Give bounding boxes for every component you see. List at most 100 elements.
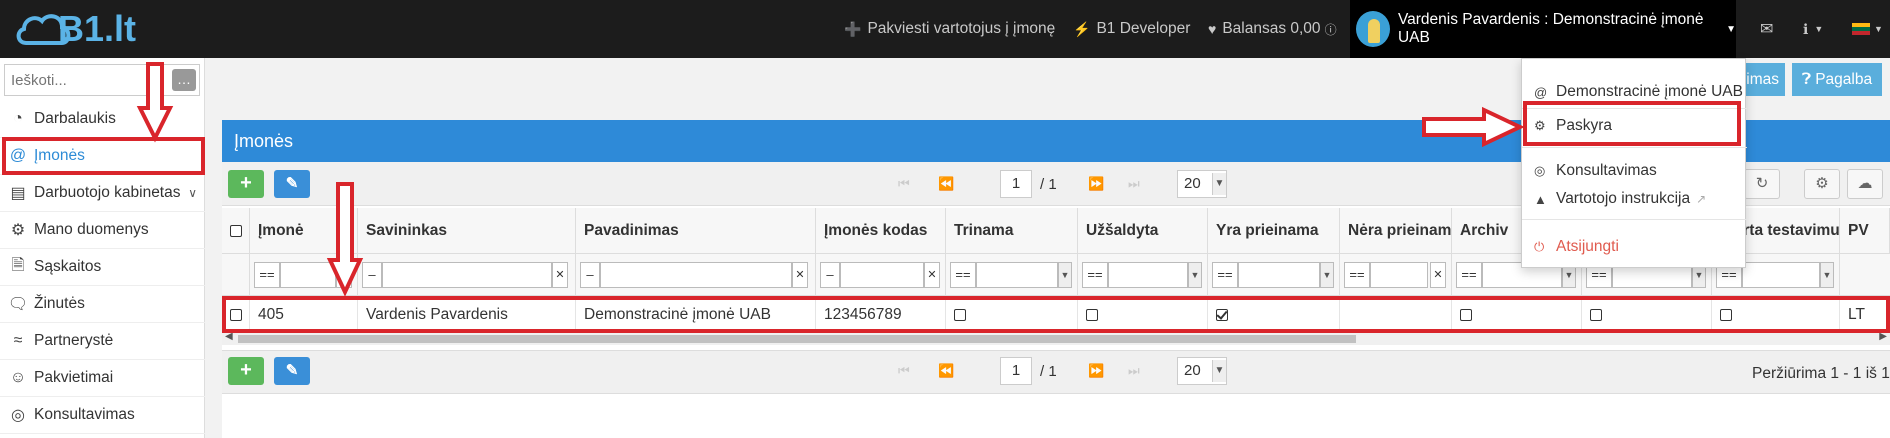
edit-button[interactable]: ✎ xyxy=(274,170,310,198)
sidebar-item-konsultavimas[interactable]: ◎ Konsultavimas xyxy=(0,397,205,434)
first-page-icon[interactable]: ⏮ xyxy=(898,363,910,379)
prev-page-icon[interactable]: ⏪ xyxy=(938,176,954,192)
filter-operator[interactable]: == xyxy=(1456,262,1482,288)
sidebar-item-darbuotojo-kabinetas[interactable]: ▤ Darbuotojo kabinetas ∨ xyxy=(0,175,205,212)
divider xyxy=(1522,147,1747,148)
balance-label: Balansas 0,00 xyxy=(1222,20,1321,37)
sidebar-item-pakvietimai[interactable]: ☺ Pakvietimai xyxy=(0,360,205,397)
menu-item-instrukcija[interactable]: ▲ Vartotojo instrukcija ↗ xyxy=(1522,185,1747,213)
language-menu-button[interactable]: ▼ xyxy=(1852,0,1883,58)
sidebar-item-label: Žinutės xyxy=(34,295,85,312)
clear-filter-icon[interactable]: ✕ xyxy=(552,262,568,288)
invite-users-link[interactable]: ➕ Pakviesti vartotojus į įmonę xyxy=(844,0,1055,58)
filter-cell: == ✕ xyxy=(1340,254,1452,296)
developer-link[interactable]: ⚡ B1 Developer xyxy=(1073,0,1190,58)
edit-button[interactable]: ✎ xyxy=(274,357,310,385)
add-button[interactable]: + xyxy=(228,357,264,385)
filter-operator[interactable]: == xyxy=(950,262,976,288)
prev-page-icon[interactable]: ⏪ xyxy=(938,363,954,379)
column-header[interactable]: Savininkas xyxy=(358,208,576,254)
info-circle-icon: ⓘ xyxy=(1324,22,1337,37)
filter-select[interactable] xyxy=(1238,262,1320,288)
sidebar-item-saskaitos[interactable]: 🗎 Sąskaitos xyxy=(0,249,205,286)
settings-button[interactable]: ⚙ xyxy=(1804,169,1840,199)
filter-operator[interactable]: – xyxy=(362,262,382,288)
sidebar-item-label: Pakvietimai xyxy=(34,369,114,386)
user-plus-icon: ➕ xyxy=(844,20,862,37)
sidebar-item-partneryste[interactable]: ≈ Partnerystė xyxy=(0,323,205,360)
heartbeat-icon: ♥ xyxy=(1208,21,1217,37)
horizontal-scrollbar[interactable]: ◀ ▶ xyxy=(222,331,1890,345)
column-header[interactable]: Užšaldyta xyxy=(1078,208,1208,254)
sidebar-item-label: Sąskaitos xyxy=(34,258,102,275)
column-header[interactable]: Trinama xyxy=(946,208,1078,254)
more-icon[interactable]: … xyxy=(172,69,196,91)
sidebar-item-zinutes[interactable]: 🗨 Žinutės xyxy=(0,286,205,323)
menu-item-label: Demonstracinė įmonė UAB xyxy=(1556,83,1743,100)
refresh-button[interactable]: ↻ xyxy=(1744,169,1780,199)
filter-input[interactable] xyxy=(600,262,792,288)
clear-filter-icon[interactable]: ✕ xyxy=(1430,262,1446,288)
pencil-icon: ✎ xyxy=(285,362,299,379)
download-button[interactable]: ☁ xyxy=(1847,169,1883,199)
next-page-icon[interactable]: ⏩ xyxy=(1088,363,1104,379)
refresh-icon: ↻ xyxy=(1755,175,1769,192)
logo[interactable]: B1.lt xyxy=(14,6,136,52)
sidebar: … ◔ Darbalaukis @ Įmonės ▤ Darbuotojo ka… xyxy=(0,58,205,438)
search-input[interactable] xyxy=(5,65,155,95)
chevron-down-icon[interactable]: ▼ xyxy=(1820,262,1834,288)
page-size-select[interactable]: 20 ▼ xyxy=(1177,357,1227,385)
scrollbar-thumb[interactable] xyxy=(238,335,1356,343)
filter-input[interactable] xyxy=(840,262,924,288)
info-menu-button[interactable]: ℹ ▼ xyxy=(1803,0,1823,58)
sidebar-item-label: Darbuotojo kabinetas xyxy=(34,184,181,201)
filter-operator[interactable]: – xyxy=(820,262,840,288)
help-button[interactable]: ❓︎ Pagalba xyxy=(1792,63,1882,96)
filter-select[interactable] xyxy=(976,262,1058,288)
column-header[interactable]: Įmonės kodas xyxy=(816,208,946,254)
filter-select[interactable] xyxy=(1108,262,1188,288)
filter-input[interactable] xyxy=(1370,262,1428,288)
filter-operator[interactable]: – xyxy=(580,262,600,288)
caret-down-icon: ▼ xyxy=(1726,23,1736,35)
page-number-input[interactable]: 1 xyxy=(1000,170,1032,198)
invite-users-label: Pakviesti vartotojus į įmonę xyxy=(867,20,1056,37)
menu-item-konsultavimas[interactable]: ◎ Konsultavimas xyxy=(1522,157,1747,185)
sidebar-item-darbalaukis[interactable]: ◔ Darbalaukis xyxy=(0,101,205,138)
filter-operator[interactable]: == xyxy=(254,262,280,288)
first-page-icon[interactable]: ⏮ xyxy=(898,176,910,192)
balance-link[interactable]: ♥ Balansas 0,00 ⓘ xyxy=(1208,0,1337,58)
messages-button[interactable]: ✉ xyxy=(1760,0,1773,58)
page-size-value: 20 xyxy=(1184,175,1201,192)
filter-input[interactable] xyxy=(382,262,552,288)
last-page-icon[interactable]: ⏭ xyxy=(1128,363,1140,379)
next-page-icon[interactable]: ⏩ xyxy=(1088,176,1104,192)
page-number-input[interactable]: 1 xyxy=(1000,357,1032,385)
column-header[interactable]: Nėra prieinama xyxy=(1340,208,1452,254)
column-header[interactable]: Pavadinimas xyxy=(576,208,816,254)
last-page-icon[interactable]: ⏭ xyxy=(1128,176,1140,192)
page-size-select[interactable]: 20 ▼ xyxy=(1177,170,1227,198)
menu-item-label: Vartotojo instrukcija xyxy=(1556,190,1691,207)
filter-operator[interactable]: == xyxy=(1212,262,1238,288)
column-header[interactable]: PV xyxy=(1840,208,1890,254)
chevron-down-icon[interactable]: ▼ xyxy=(1320,262,1334,288)
clear-filter-icon[interactable]: ✕ xyxy=(792,262,808,288)
select-all-checkbox[interactable] xyxy=(230,225,242,237)
at-icon: @ xyxy=(1534,84,1548,100)
user-menu-toggle[interactable]: Vardenis Pavardenis : Demonstracinė įmon… xyxy=(1350,0,1736,58)
sidebar-item-mano-duomenys[interactable]: ⚙ Mano duomenys xyxy=(0,212,205,249)
clear-filter-icon[interactable]: ✕ xyxy=(924,262,940,288)
filter-cell: == ▼ xyxy=(946,254,1078,296)
gears-icon: ⚙ xyxy=(10,222,26,239)
filter-select[interactable] xyxy=(1742,262,1820,288)
divider xyxy=(1522,219,1747,220)
filter-operator[interactable]: == xyxy=(1344,262,1370,288)
menu-item-logout[interactable]: ⏻ Atsijungti xyxy=(1522,233,1747,261)
filter-operator[interactable]: == xyxy=(1082,262,1108,288)
column-header[interactable]: Yra prieinama xyxy=(1208,208,1340,254)
chevron-down-icon[interactable]: ▼ xyxy=(1188,262,1202,288)
add-button[interactable]: + xyxy=(228,170,264,198)
chevron-down-icon[interactable]: ▼ xyxy=(1058,262,1072,288)
filter-cell: == ▼ xyxy=(1078,254,1208,296)
